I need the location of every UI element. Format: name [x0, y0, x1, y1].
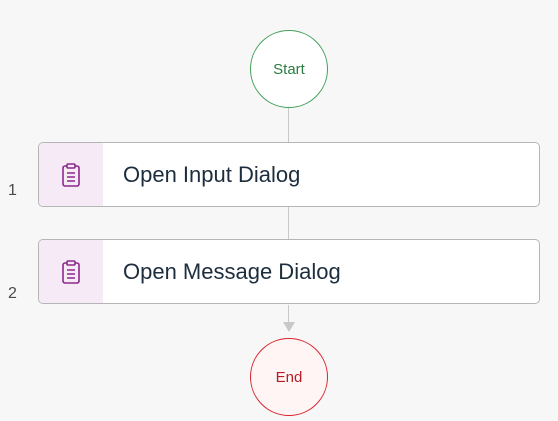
step-icon-cell — [39, 143, 103, 206]
process-canvas: Start 1 Open Input Dialog 2 Open Message… — [0, 0, 558, 421]
step-label: Open Input Dialog — [123, 161, 301, 187]
step-icon-cell — [39, 240, 103, 303]
end-event[interactable]: End — [250, 338, 328, 416]
step-label: Open Message Dialog — [123, 258, 341, 284]
connector-line — [288, 106, 289, 144]
step-number: 1 — [8, 182, 17, 199]
start-event-label: Start — [273, 60, 305, 78]
connector-line — [288, 207, 289, 239]
arrow-head-icon — [283, 322, 295, 332]
end-event-label: End — [275, 368, 303, 386]
step-card-open-message-dialog[interactable]: Open Message Dialog — [38, 239, 540, 304]
clipboard-icon — [62, 259, 80, 284]
start-event[interactable]: Start — [250, 30, 328, 108]
step-number: 2 — [8, 285, 17, 302]
step-card-open-input-dialog[interactable]: Open Input Dialog — [38, 142, 540, 207]
clipboard-icon — [62, 162, 80, 187]
